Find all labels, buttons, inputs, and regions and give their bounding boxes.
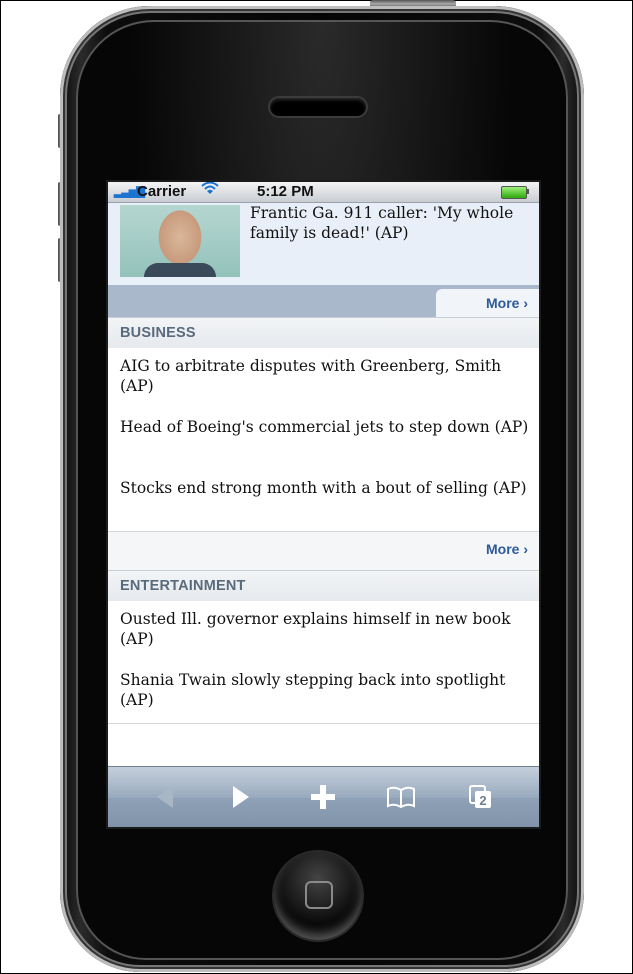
more-label: More › [486,295,528,311]
section-header-entertainment: ENTERTAINMENT [108,570,539,602]
phone-screen: ▂▃▅▇ Carrier 5:12 PM Frantic Ga. 911 cal… [106,180,541,829]
lead-story-photo[interactable] [120,205,240,277]
story-item[interactable]: AIG to arbitrate disputes with Greenberg… [108,348,539,410]
add-bookmark-plus-icon[interactable] [298,779,348,815]
wifi-icon [201,182,219,199]
story-item[interactable]: Stocks end strong month with a bout of s… [108,470,539,532]
forward-arrow-icon[interactable] [216,779,266,815]
battery-nub [526,189,529,194]
earpiece-speaker [270,98,366,116]
safari-toolbar: 2 [108,766,539,827]
story-item[interactable]: Shania Twain slowly stepping back into s… [108,662,539,724]
lead-story-headline[interactable]: Frantic Ga. 911 caller: 'My whole family… [250,203,530,243]
story-item[interactable]: Ousted Ill. governor explains himself in… [108,601,539,663]
more-label: More › [486,541,528,557]
back-arrow-icon[interactable] [140,779,190,815]
lead-more-bar: More › [108,285,539,318]
carrier-label: Carrier [137,183,187,200]
top-stories-more-button[interactable]: More › [436,289,539,317]
section-header-business: BUSINESS [108,317,539,349]
bookmarks-book-icon[interactable] [376,779,426,815]
business-more-button[interactable]: More › [108,532,539,571]
pages-count: 2 [479,793,486,808]
clock: 5:12 PM [257,183,314,200]
home-button[interactable] [274,852,362,940]
pages-icon[interactable]: 2 [456,779,506,815]
story-item[interactable]: Head of Boeing's commercial jets to step… [108,409,539,471]
battery-icon [501,186,527,199]
status-bar: ▂▃▅▇ Carrier 5:12 PM [108,182,539,203]
home-square-icon [305,881,333,909]
